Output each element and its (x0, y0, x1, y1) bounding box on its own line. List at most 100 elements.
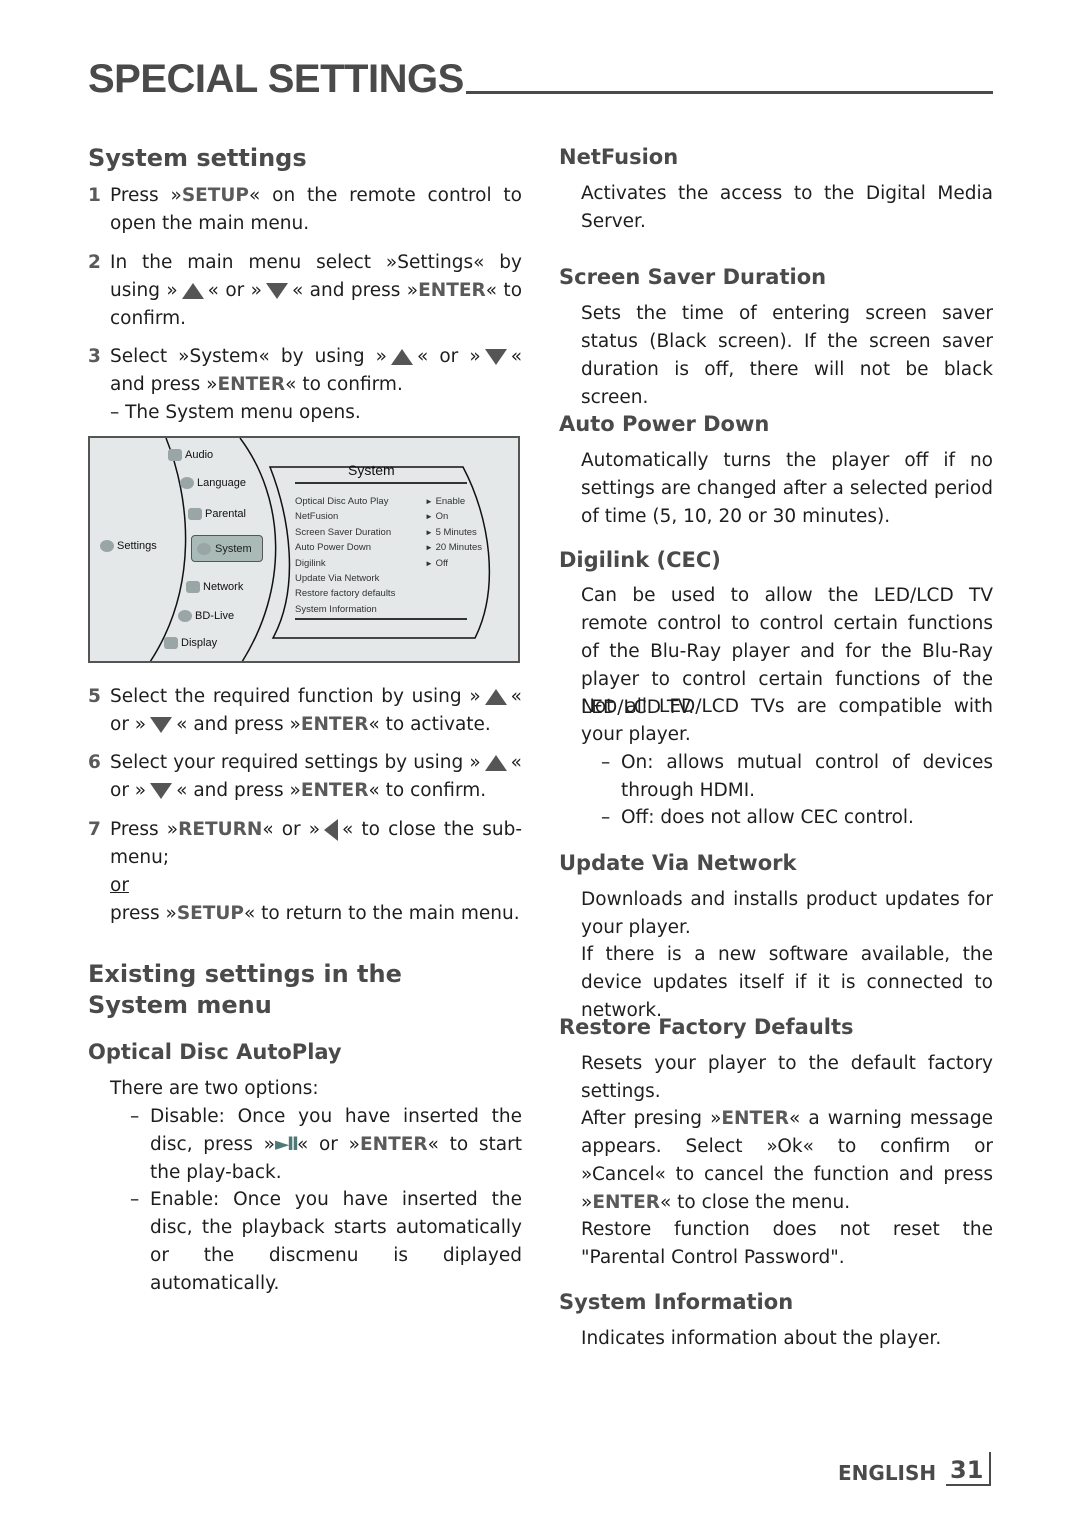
step-text-alt: press »SETUP« to return to the main menu… (110, 903, 520, 924)
arrow-up-icon (484, 755, 507, 771)
play-arrow-icon: ► (425, 543, 433, 552)
subsection-title-sysinfo: System Information (559, 1290, 794, 1314)
option-value: ► 5 Minutes (425, 527, 477, 538)
screensaver-text: Sets the time of entering screen saver s… (581, 303, 993, 408)
arrow-up-icon (390, 349, 413, 365)
display-icon (164, 637, 178, 649)
step-text: Select your required settings by using »… (110, 752, 522, 801)
subsection-title-digilink: Digilink (CEC) (559, 548, 721, 572)
step-6: 6 Select your required settings by using… (88, 749, 522, 805)
step-3: 3 Select »System« by using » « or » « and … (88, 343, 522, 427)
key-enter: ENTER (721, 1108, 790, 1129)
step-or: or (110, 875, 129, 896)
step-text: Press »SETUP« on the remote control to o… (110, 185, 523, 234)
menu-item-network: Network (186, 581, 243, 593)
key-setup: SETUP (176, 903, 244, 924)
arrow-down-icon (150, 783, 173, 799)
page-title: SPECIAL SETTINGS (88, 57, 464, 101)
autopower-text: Automatically turns the player off if no… (581, 450, 993, 527)
subsection-title-restore: Restore Factory Defaults (559, 1015, 854, 1039)
step-text: Press »RETURN« or » « to close the sub-me… (110, 819, 522, 868)
digilink-on-item: – On: allows mutual control of devices th… (601, 752, 993, 801)
option-label: System Information (295, 604, 377, 615)
subsection-title-netfusion: NetFusion (559, 145, 679, 169)
option-value: ► On (425, 511, 449, 522)
subsection-title-screensaver: Screen Saver Duration (559, 265, 827, 289)
subsection-title-update: Update Via Network (559, 851, 797, 875)
option-label: Restore factory defaults (295, 588, 396, 599)
network-icon (186, 581, 200, 593)
menu-item-parental: Parental (188, 508, 246, 520)
step-7: 7 Press »RETURN« or » « to close the sub-… (88, 816, 522, 928)
arrow-left-icon (324, 819, 339, 841)
sysinfo-text: Indicates information about the player. (581, 1328, 942, 1349)
step-number: 1 (88, 185, 101, 206)
option-label: NetFusion (295, 511, 339, 522)
option-label: Auto Power Down (295, 542, 372, 553)
option-label: Digilink (295, 558, 326, 569)
play-pause-icon: ►II (274, 1134, 299, 1155)
play-arrow-icon: ► (425, 497, 433, 506)
play-arrow-icon: ► (425, 512, 433, 521)
optical-enable-item: – Enable: Once you have inserted the disc… (130, 1189, 522, 1294)
key-enter: ENTER (217, 374, 286, 395)
restore-text-3: Restore function does not reset the "Par… (581, 1219, 993, 1268)
key-return: RETURN (178, 819, 263, 840)
option-value: ► Off (425, 558, 449, 569)
update-text-1: Downloads and installs product updates f… (581, 889, 993, 938)
option-value: ► Enable (425, 496, 466, 507)
page-number-bar (989, 1452, 991, 1486)
step-number: 3 (88, 346, 101, 367)
gears-icon (197, 542, 211, 555)
gears-icon (100, 540, 114, 552)
parental-icon (188, 508, 202, 520)
netfusion-text: Activates the access to the Digital Medi… (581, 183, 993, 232)
key-enter: ENTER (418, 280, 486, 301)
step-note: – The System menu opens. (110, 402, 361, 423)
page-number-underline (946, 1484, 990, 1486)
menu-item-audio: Audio (168, 449, 213, 461)
menu-root-settings: Settings (100, 540, 157, 552)
subsection-title-optical: Optical Disc AutoPlay (88, 1040, 342, 1064)
page-number: 31 (950, 1456, 984, 1484)
system-menu-screenshot: Settings Audio Language Parental System … (88, 436, 520, 663)
menu-item-system-selected: System (191, 535, 263, 562)
restore-text-1: Resets your player to the default factor… (581, 1053, 993, 1102)
subsection-title-autopower: Auto Power Down (559, 412, 770, 436)
step-number: 2 (88, 252, 101, 273)
title-rule (466, 91, 993, 94)
step-number: 5 (88, 686, 101, 707)
footer-language: ENGLISH (838, 1461, 937, 1485)
step-number: 7 (88, 819, 101, 840)
step-text: In the main menu select »Settings« by us… (110, 252, 523, 329)
globe-icon (178, 610, 192, 622)
step-text: Select the required function by using » «… (110, 686, 522, 735)
audio-icon (168, 449, 182, 461)
option-label: Screen Saver Duration (295, 527, 392, 538)
step-number: 6 (88, 752, 101, 773)
option-label: Optical Disc Auto Play (295, 496, 389, 507)
optical-intro: There are two options: (110, 1078, 319, 1099)
digilink-off-item: – Off: does not allow CEC control. (601, 807, 914, 828)
menu-item-language: Language (180, 477, 246, 489)
arrow-down-icon (265, 283, 288, 299)
restore-text-2: After presing »ENTER« a warning message … (581, 1108, 993, 1213)
key-setup: SETUP (181, 185, 249, 206)
arrow-down-icon (484, 349, 507, 365)
key-enter: ENTER (592, 1192, 660, 1213)
step-1: 1 Press »SETUP« on the remote control to… (88, 182, 522, 238)
play-arrow-icon: ► (425, 528, 433, 537)
menu-item-bd-live: BD-Live (178, 610, 234, 622)
key-enter: ENTER (359, 1134, 428, 1155)
key-enter: ENTER (300, 780, 369, 801)
panel-rule-bottom (295, 618, 467, 620)
step-5: 5 Select the required function by using … (88, 683, 522, 739)
step-2: 2 In the main menu select »Settings« by … (88, 249, 522, 333)
panel-title: System (348, 462, 395, 478)
optical-disable-item: – Disable: Once you have inserted the dis… (130, 1106, 522, 1183)
arrow-up-icon (181, 283, 204, 299)
panel-rule-top (295, 482, 467, 484)
option-value: ► 20 Minutes (425, 542, 483, 553)
menu-item-display: Display (164, 637, 217, 649)
key-enter: ENTER (300, 714, 369, 735)
